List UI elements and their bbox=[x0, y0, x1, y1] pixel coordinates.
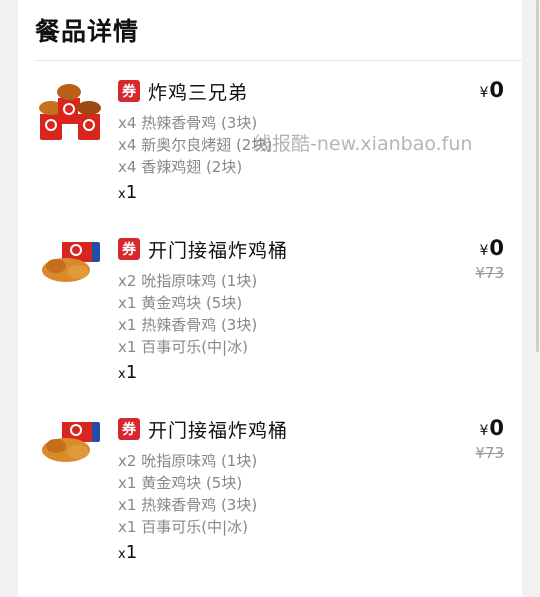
fried-chicken-buckets-image bbox=[38, 80, 102, 144]
section-title: 餐品详情 bbox=[35, 17, 140, 46]
item-price: ¥ 0 bbox=[479, 236, 504, 260]
quantity-prefix: x bbox=[118, 187, 126, 202]
order-items-card: 餐品详情 券 炸鸡三兄弟 ¥ 0 x4 热辣香骨鸡 (3块) x4 新奥尔良烤翅… bbox=[18, 0, 522, 597]
divider bbox=[35, 60, 522, 61]
item-price: ¥ 0 bbox=[479, 416, 504, 440]
component-line: x1 热辣香骨鸡 (3块) bbox=[118, 316, 258, 334]
quantity-value: 1 bbox=[125, 362, 138, 383]
component-line: x1 黄金鸡块 (5块) bbox=[118, 474, 243, 492]
order-item[interactable]: 券 开门接福炸鸡桶 ¥ 0 ¥73 x2 吮指原味鸡 (1块) x1 黄金鸡块 … bbox=[18, 236, 522, 406]
component-line: x1 百事可乐(中|冰) bbox=[118, 518, 248, 536]
component-line: x1 热辣香骨鸡 (3块) bbox=[118, 496, 258, 514]
item-price: ¥ 0 bbox=[479, 78, 504, 102]
coupon-badge: 券 bbox=[118, 238, 140, 260]
item-quantity: x1 bbox=[118, 542, 137, 563]
coupon-badge: 券 bbox=[118, 418, 140, 440]
item-components: x4 热辣香骨鸡 (3块) x4 新奥尔良烤翅 (2块) x4 香辣鸡翅 (2块… bbox=[118, 112, 272, 178]
component-line: x4 新奥尔良烤翅 (2块) bbox=[118, 136, 273, 154]
price-value: 0 bbox=[489, 78, 504, 102]
item-name-row: 券 开门接福炸鸡桶 bbox=[118, 416, 288, 442]
component-line: x1 百事可乐(中|冰) bbox=[118, 338, 248, 356]
item-components: x2 吮指原味鸡 (1块) x1 黄金鸡块 (5块) x1 热辣香骨鸡 (3块)… bbox=[118, 450, 257, 538]
item-name: 开门接福炸鸡桶 bbox=[148, 239, 289, 262]
item-quantity: x1 bbox=[118, 362, 137, 383]
item-name-row: 券 开门接福炸鸡桶 bbox=[118, 236, 288, 262]
item-quantity: x1 bbox=[118, 182, 137, 203]
item-components: x2 吮指原味鸡 (1块) x1 黄金鸡块 (5块) x1 热辣香骨鸡 (3块)… bbox=[118, 270, 257, 358]
quantity-prefix: x bbox=[118, 547, 126, 562]
currency-symbol: ¥ bbox=[479, 243, 489, 259]
order-item[interactable]: 券 炸鸡三兄弟 ¥ 0 x4 热辣香骨鸡 (3块) x4 新奥尔良烤翅 (2块)… bbox=[18, 78, 522, 248]
item-name-row: 券 炸鸡三兄弟 bbox=[118, 78, 248, 104]
original-price: ¥73 bbox=[475, 264, 504, 282]
component-line: x2 吮指原味鸡 (1块) bbox=[118, 452, 258, 470]
chicken-bucket-meal-image bbox=[38, 236, 102, 300]
component-line: x4 香辣鸡翅 (2块) bbox=[118, 158, 243, 176]
price-value: 0 bbox=[489, 236, 504, 260]
component-line: x4 热辣香骨鸡 (3块) bbox=[118, 114, 258, 132]
original-price: ¥73 bbox=[475, 444, 504, 462]
quantity-prefix: x bbox=[118, 367, 126, 382]
scrollbar[interactable] bbox=[536, 0, 539, 352]
price-value: 0 bbox=[489, 416, 504, 440]
chicken-bucket-meal-image bbox=[38, 416, 102, 480]
currency-symbol: ¥ bbox=[479, 423, 489, 439]
component-line: x1 黄金鸡块 (5块) bbox=[118, 294, 243, 312]
quantity-value: 1 bbox=[125, 182, 138, 203]
currency-symbol: ¥ bbox=[479, 85, 489, 101]
order-item[interactable]: 券 开门接福炸鸡桶 ¥ 0 ¥73 x2 吮指原味鸡 (1块) x1 黄金鸡块 … bbox=[18, 416, 522, 586]
item-name: 开门接福炸鸡桶 bbox=[148, 419, 289, 442]
coupon-badge: 券 bbox=[118, 80, 140, 102]
quantity-value: 1 bbox=[125, 542, 138, 563]
component-line: x2 吮指原味鸡 (1块) bbox=[118, 272, 258, 290]
item-name: 炸鸡三兄弟 bbox=[148, 81, 249, 104]
